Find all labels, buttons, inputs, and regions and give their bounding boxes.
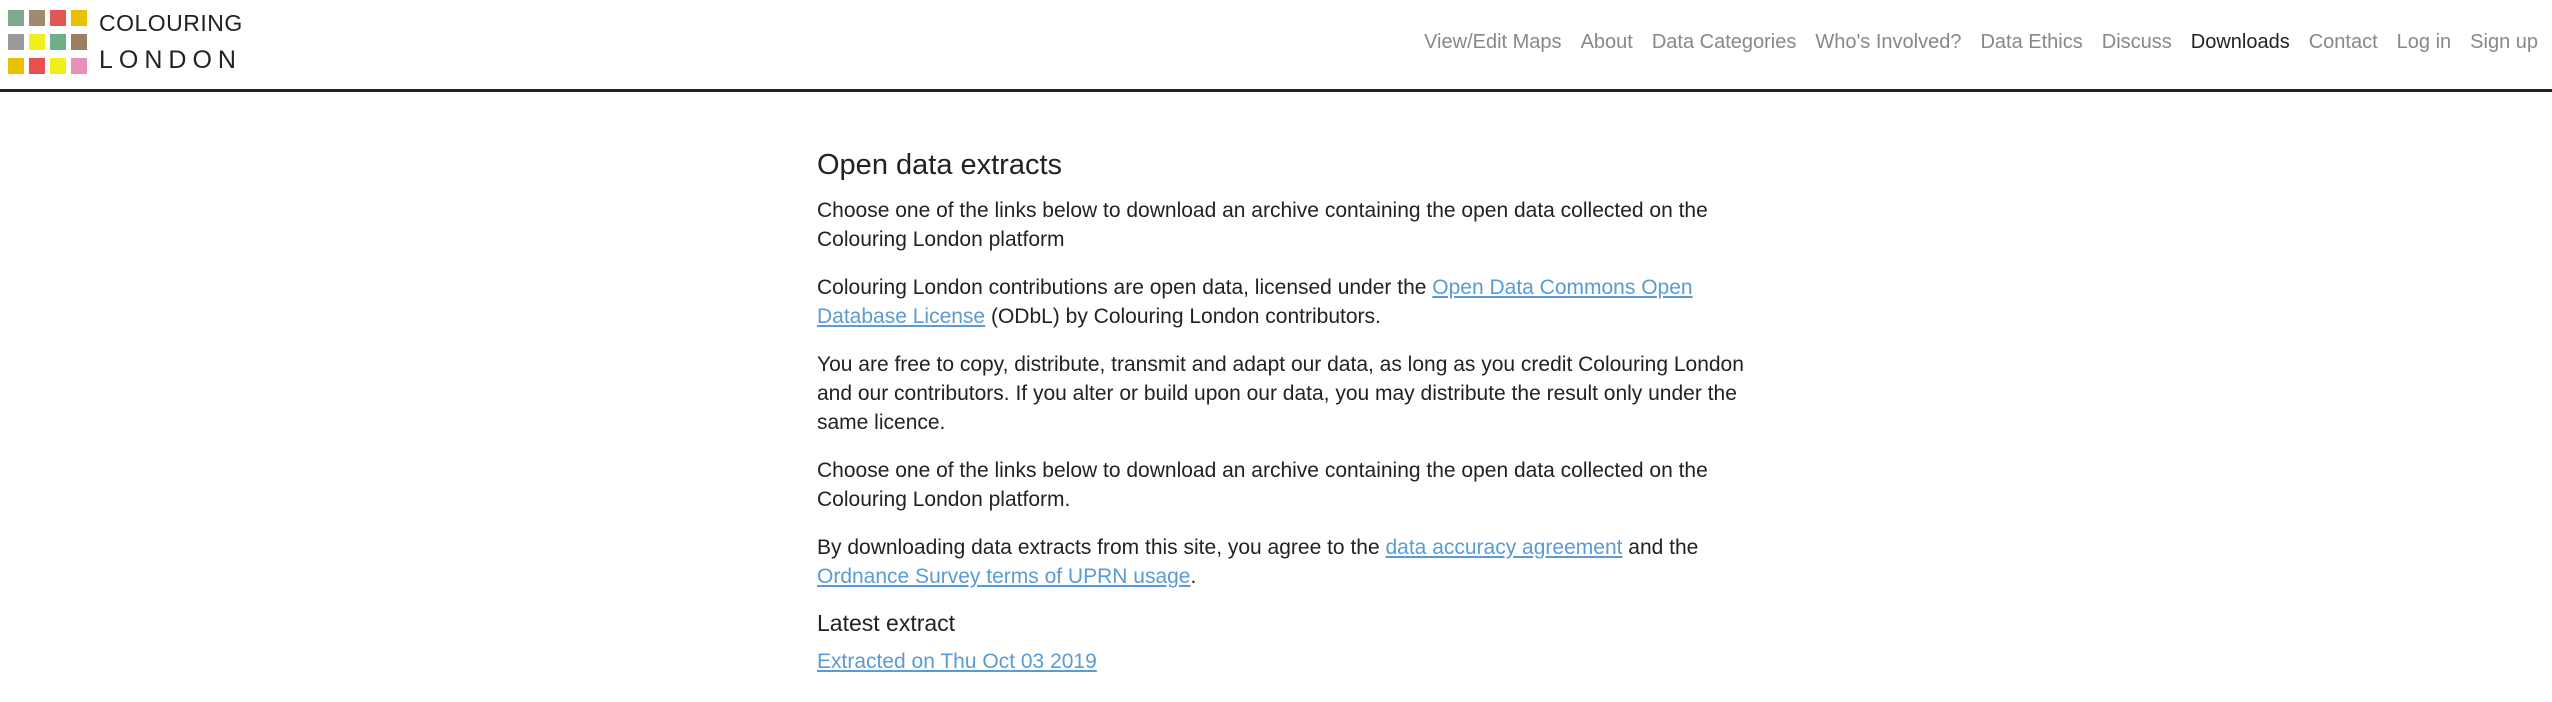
nav-downloads[interactable]: Downloads [2191,31,2290,54]
agreement-text-after: . [1190,564,1197,588]
logo-square [50,58,66,74]
site-logo[interactable]: COLOURING LONDON [8,10,243,74]
logo-text-colouring: COLOURING [99,10,243,36]
latest-extract-download-link[interactable]: Extracted on Thu Oct 03 2019 [817,650,1097,673]
logo-square [71,10,87,26]
license-paragraph: Colouring London contributions are open … [817,273,1757,331]
logo-square [8,10,24,26]
nav-about[interactable]: About [1581,31,1633,54]
data-accuracy-agreement-link[interactable]: data accuracy agreement [1385,536,1622,559]
logo-square [50,10,66,26]
nav-whos-involved[interactable]: Who's Involved? [1815,31,1961,54]
uprn-terms-link[interactable]: Ordnance Survey terms of UPRN usage [817,565,1191,588]
logo-square [29,10,45,26]
nav-data-categories[interactable]: Data Categories [1652,31,1797,54]
page-title: Open data extracts [817,149,1063,181]
main-content: Open data extracts Choose one of the lin… [817,148,1757,695]
logo-square [71,34,87,50]
latest-extract-heading: Latest extract [817,609,956,636]
license-text-before: Colouring London contributions are open … [817,275,1433,299]
logo-square [8,58,24,74]
agreement-text-middle: and the [1622,535,1699,559]
license-text-after: (ODbL) by Colouring London contributors. [985,304,1381,328]
logo-square [29,58,45,74]
main-nav: View/Edit Maps About Data Categories Who… [1424,31,2538,54]
nav-sign-up[interactable]: Sign up [2470,31,2538,54]
agreement-paragraph: By downloading data extracts from this s… [817,533,1757,591]
logo-square [71,58,87,74]
logo-text-london: LONDON [99,46,242,74]
download-instructions-paragraph: Choose one of the links below to downloa… [817,458,1708,511]
logo-square [29,34,45,50]
nav-view-edit-maps[interactable]: View/Edit Maps [1424,31,1561,54]
latest-extract-item: Extracted on Thu Oct 03 2019 [817,647,1757,676]
agreement-text-before: By downloading data extracts from this s… [817,535,1386,559]
logo-text: COLOURING LONDON [99,12,243,73]
site-header: COLOURING LONDON View/Edit Maps About Da… [0,0,2552,92]
logo-square [8,34,24,50]
logo-square [50,34,66,50]
intro-paragraph: Choose one of the links below to downloa… [817,198,1708,251]
nav-discuss[interactable]: Discuss [2102,31,2172,54]
nav-contact[interactable]: Contact [2309,31,2378,54]
nav-data-ethics[interactable]: Data Ethics [1980,31,2082,54]
usage-paragraph: You are free to copy, distribute, transm… [817,352,1744,434]
logo-color-grid [8,10,87,74]
nav-log-in[interactable]: Log in [2397,31,2452,54]
